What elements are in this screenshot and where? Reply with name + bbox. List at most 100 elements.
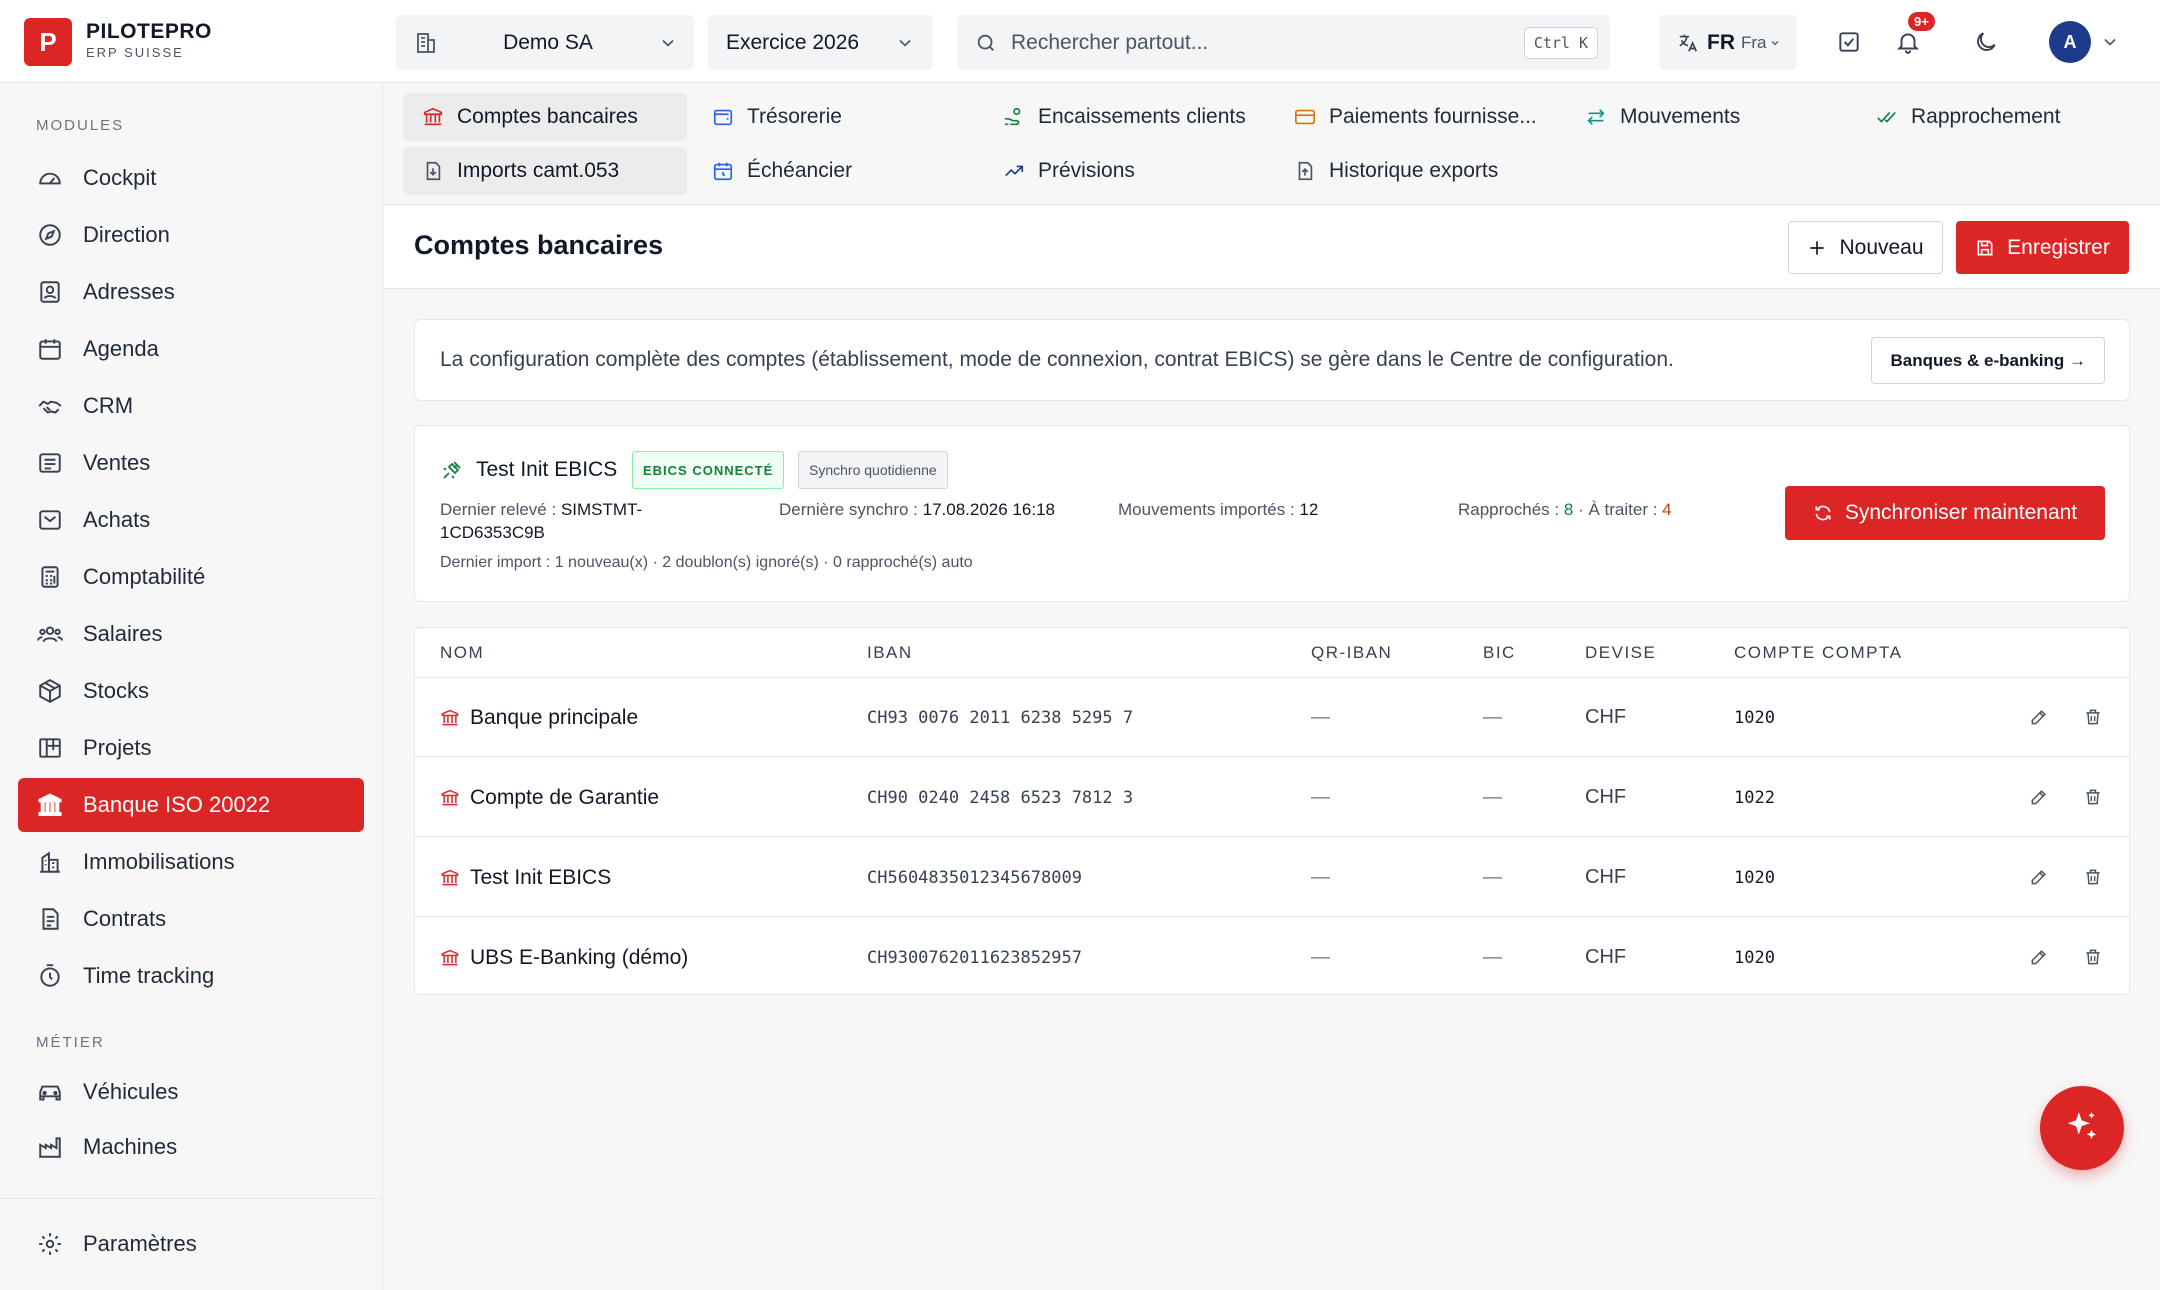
users-icon (36, 620, 64, 648)
ledger-account-cell: 1020 (1734, 947, 1775, 968)
gauge-icon (36, 164, 64, 192)
chevron-down-icon[interactable] (2094, 26, 2126, 58)
building-icon (36, 848, 64, 876)
tab-echeancier[interactable]: Échéancier (693, 147, 852, 195)
trash-icon[interactable] (2080, 864, 2106, 890)
column-header[interactable]: COMPTE COMPTA (1734, 643, 1902, 663)
edit-icon[interactable] (2026, 784, 2052, 810)
sidebar-item-banque[interactable]: Banque ISO 20022 (18, 778, 364, 832)
tab-encaissements[interactable]: Encaissements clients (984, 93, 1246, 141)
tab-label: Mouvements (1620, 105, 1741, 128)
bic-cell: — (1483, 706, 1502, 728)
sidebar-item-parametres[interactable]: Paramètres (18, 1217, 364, 1271)
app-logo[interactable]: P (24, 18, 72, 66)
ledger-account-cell: 1022 (1734, 787, 1775, 808)
sidebar-item-label: Agenda (83, 336, 159, 361)
column-header[interactable]: NOM (440, 643, 484, 663)
tab-previsions[interactable]: Prévisions (984, 147, 1135, 195)
sync-now-button[interactable]: Synchroniser maintenant (1785, 486, 2105, 540)
sidebar-item-vehicules[interactable]: Véhicules (18, 1065, 364, 1119)
bank-icon (440, 708, 460, 728)
iban-cell: CH93 0076 2011 6238 5295 7 (867, 707, 1134, 728)
tab-historique-exports[interactable]: Historique exports (1275, 147, 1498, 195)
trash-icon[interactable] (2080, 704, 2106, 730)
table-row[interactable]: UBS E-Banking (démo) CH93007620116238529… (415, 918, 2129, 997)
tasks-icon[interactable] (1833, 26, 1865, 58)
tab-comptes-bancaires[interactable]: Comptes bancaires (403, 93, 687, 141)
ai-assistant-button[interactable] (2040, 1086, 2124, 1170)
iban-cell: CH5604835012345678009 (867, 867, 1082, 888)
table-row[interactable]: Banque principale CH93 0076 2011 6238 52… (415, 678, 2129, 757)
banks-ebanking-button[interactable]: Banques & e-banking → (1871, 337, 2105, 384)
sidebar-item-stocks[interactable]: Stocks (18, 664, 364, 718)
table-row[interactable]: Test Init EBICS CH5604835012345678009 — … (415, 838, 2129, 917)
moon-icon[interactable] (1970, 26, 2002, 58)
edit-icon[interactable] (2026, 864, 2052, 890)
company-select[interactable]: Demo SA (396, 15, 694, 70)
column-header[interactable]: QR-IBAN (1311, 643, 1392, 663)
imported-movements: Mouvements importés : 12 (1118, 498, 1318, 521)
last-sync: Dernière synchro : 17.08.2026 16:18 (779, 498, 1055, 521)
trash-icon[interactable] (2080, 784, 2106, 810)
sidebar-item-projets[interactable]: Projets (18, 721, 364, 775)
account-name: Banque principale (470, 705, 639, 729)
tab-rapprochement[interactable]: Rapprochement (1857, 93, 2060, 141)
file-import-icon (421, 159, 445, 183)
package-icon (36, 677, 64, 705)
contact-card-icon (36, 278, 64, 306)
notification-badge: 9+ (1908, 12, 1935, 31)
sidebar-item-crm[interactable]: CRM (18, 379, 364, 433)
sidebar-item-label: Comptabilité (83, 564, 206, 589)
bic-cell: — (1483, 866, 1502, 888)
tab-tresorerie[interactable]: Trésorerie (693, 93, 842, 141)
sidebar: MODULES Cockpit Direction Adresses Agend… (0, 84, 383, 1290)
tab-imports-camt[interactable]: Imports camt.053 (403, 147, 687, 195)
sidebar-item-salaires[interactable]: Salaires (18, 607, 364, 661)
sidebar-item-machines[interactable]: Machines (18, 1120, 364, 1174)
tab-mouvements[interactable]: Mouvements (1566, 93, 1740, 141)
status-badge: EBICS CONNECTÉ (632, 451, 785, 489)
chevron-down-icon (658, 33, 678, 53)
edit-icon[interactable] (2026, 704, 2052, 730)
table-row[interactable]: Compte de Garantie CH90 0240 2458 6523 7… (415, 758, 2129, 837)
sidebar-divider (0, 1198, 383, 1199)
save-button[interactable]: Enregistrer (1956, 221, 2129, 274)
fiscal-year-select[interactable]: Exercice 2026 (708, 15, 933, 70)
bank-icon (440, 868, 460, 888)
sidebar-item-label: Projets (83, 735, 152, 760)
meta-value: 12 (1299, 500, 1319, 519)
sidebar-item-immobilisations[interactable]: Immobilisations (18, 835, 364, 889)
sidebar-item-direction[interactable]: Direction (18, 208, 364, 262)
sidebar-item-cockpit[interactable]: Cockpit (18, 151, 364, 205)
sidebar-item-adresses[interactable]: Adresses (18, 265, 364, 319)
sidebar-item-ventes[interactable]: Ventes (18, 436, 364, 490)
sidebar-item-agenda[interactable]: Agenda (18, 322, 364, 376)
sidebar-item-comptabilite[interactable]: Comptabilité (18, 550, 364, 604)
brand: PILOTEPRO ERP SUISSE (86, 20, 212, 60)
column-header[interactable]: BIC (1483, 643, 1516, 663)
sidebar-item-achats[interactable]: Achats (18, 493, 364, 547)
column-header[interactable]: IBAN (867, 643, 913, 663)
meta-label: Rapprochés : (1458, 500, 1560, 519)
sidebar-item-time-tracking[interactable]: Time tracking (18, 949, 364, 1003)
chevron-down-icon (1769, 37, 1781, 49)
column-header[interactable]: DEVISE (1585, 643, 1656, 663)
sidebar-item-contrats[interactable]: Contrats (18, 892, 364, 946)
edit-icon[interactable] (2026, 944, 2052, 970)
search-input[interactable]: Rechercher partout... (1011, 31, 1524, 55)
contract-icon (36, 905, 64, 933)
new-button[interactable]: Nouveau (1788, 221, 1943, 274)
search-shortcut: Ctrl K (1523, 26, 1598, 59)
trash-icon[interactable] (2080, 944, 2106, 970)
global-search[interactable]: Rechercher partout... Ctrl K (957, 15, 1610, 70)
brand-name: PILOTEPRO (86, 20, 212, 43)
meta-label: Mouvements importés : (1118, 500, 1295, 519)
language-select[interactable]: FR Fra (1659, 15, 1797, 70)
meta-value: 1CD6353C9B (440, 523, 545, 542)
trend-up-icon (1002, 159, 1026, 183)
plus-icon (1807, 238, 1827, 258)
tab-paiements-fournisseurs[interactable]: Paiements fournisse... (1275, 93, 1537, 141)
brand-subtitle: ERP SUISSE (86, 45, 184, 60)
tab-label: Historique exports (1329, 159, 1499, 182)
avatar[interactable]: A (2049, 21, 2091, 63)
